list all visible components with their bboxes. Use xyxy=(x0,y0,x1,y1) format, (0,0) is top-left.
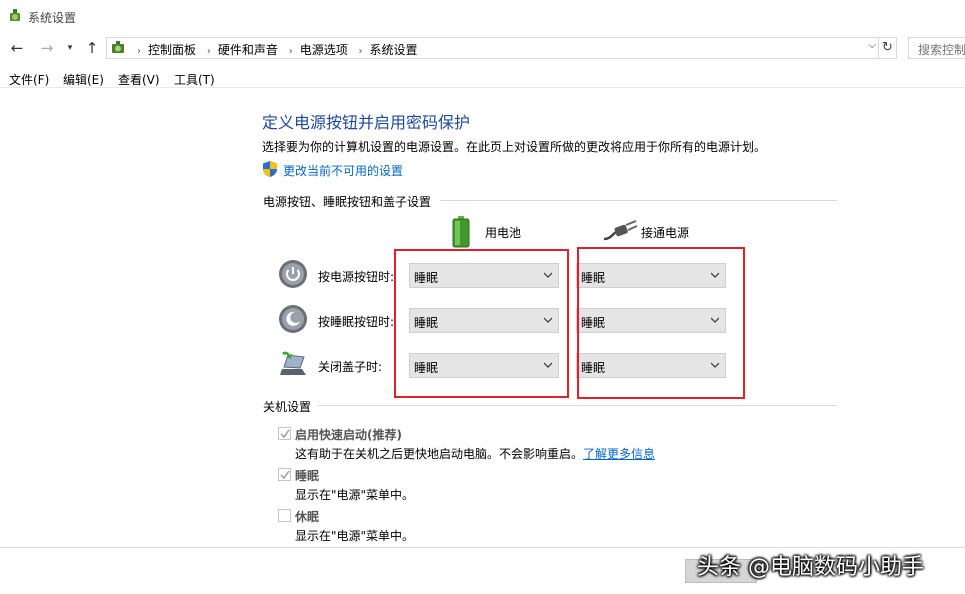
breadcrumb-hardware-sound[interactable]: 硬件和声音 xyxy=(218,43,278,57)
change-unavailable-settings-link[interactable]: 更改当前不可用的设置 xyxy=(283,162,403,179)
menu-view[interactable]: 查看(V) xyxy=(118,71,160,88)
sleep-description: 显示在"电源"菜单中。 xyxy=(295,488,415,502)
page-description: 选择要为你的计算机设置的电源设置。在此页上对设置所做的更改将应用于你所有的电源计… xyxy=(262,140,767,154)
checkmark-icon xyxy=(280,429,290,439)
close-lid-label: 关闭盖子时: xyxy=(318,360,383,374)
section-divider xyxy=(440,200,837,201)
fast-startup-label: 启用快速启动(推荐) xyxy=(295,428,402,442)
battery-highlight-box xyxy=(394,249,569,398)
section-divider xyxy=(318,405,837,406)
fast-startup-checkbox[interactable] xyxy=(278,427,291,440)
breadcrumb-control-panel[interactable]: 控制面板 xyxy=(148,43,196,57)
checkmark-icon xyxy=(280,470,290,480)
shutdown-section-title: 关机设置 xyxy=(263,398,318,415)
address-bar[interactable]: › 控制面板 › 硬件和声音 › 电源选项 › 系统设置 ⌵ xyxy=(106,37,879,59)
sleep-label: 睡眠 xyxy=(295,469,320,483)
hibernate-label: 休眠 xyxy=(295,510,320,524)
laptop-lid-icon xyxy=(280,351,306,375)
search-input[interactable]: 搜索控制 xyxy=(908,37,965,59)
power-options-icon xyxy=(10,9,20,21)
battery-column-header: 用电池 xyxy=(485,226,522,240)
up-arrow-icon[interactable]: ↑ xyxy=(82,38,102,58)
plugged-column-header: 接通电源 xyxy=(641,226,690,240)
sleep-button-icon xyxy=(279,305,307,333)
power-button-label: 按电源按钮时: xyxy=(318,270,395,284)
buttons-section-title: 电源按钮、睡眠按钮和盖子设置 xyxy=(263,193,438,210)
menu-bar: 文件(F) 编辑(E) 查看(V) 工具(T) xyxy=(0,66,965,88)
breadcrumb-power-options[interactable]: 电源选项 xyxy=(300,43,348,57)
learn-more-link[interactable]: 了解更多信息 xyxy=(583,447,655,461)
breadcrumb: › 控制面板 › 硬件和声音 › 电源选项 › 系统设置 xyxy=(130,41,418,58)
admin-shield-icon xyxy=(263,161,277,177)
fast-startup-desc-text: 这有助于在关机之后更快地启动电脑。不会影响重启。 xyxy=(295,447,584,461)
recent-locations-chevron-icon[interactable]: ▾ xyxy=(60,38,80,58)
power-plug-icon xyxy=(603,220,638,241)
navigation-bar: ← → ▾ ↑ › 控制面板 › 硬件和声音 › 电源选项 › 系统设置 ⌵ ↻ 搜索控… xyxy=(0,32,965,64)
hibernate-description: 显示在"电源"菜单中。 xyxy=(295,529,415,543)
breadcrumb-separator-icon: › xyxy=(288,46,293,57)
menu-tools[interactable]: 工具(T) xyxy=(174,71,215,88)
sleep-button-label: 按睡眠按钮时: xyxy=(318,315,395,329)
hibernate-checkbox[interactable] xyxy=(278,509,291,522)
breadcrumb-system-settings[interactable]: 系统设置 xyxy=(370,43,418,57)
back-arrow-icon[interactable]: ← xyxy=(7,38,27,58)
sleep-checkbox[interactable] xyxy=(278,468,291,481)
control-panel-icon xyxy=(112,41,124,53)
refresh-icon[interactable]: ↻ xyxy=(879,37,897,59)
battery-icon xyxy=(452,216,470,248)
breadcrumb-separator-icon: › xyxy=(358,46,363,57)
watermark: 头条 @电脑数码小助手 xyxy=(697,555,924,580)
breadcrumb-separator-icon: › xyxy=(206,46,211,57)
breadcrumb-separator-icon: › xyxy=(137,46,141,57)
menu-edit[interactable]: 编辑(E) xyxy=(63,71,104,88)
window-title: 系统设置 xyxy=(28,11,77,25)
power-button-icon xyxy=(279,260,307,288)
plugged-highlight-box xyxy=(577,247,745,399)
menu-file[interactable]: 文件(F) xyxy=(9,71,49,88)
fast-startup-description: 这有助于在关机之后更快地启动电脑。不会影响重启。了解更多信息 xyxy=(295,445,655,462)
address-dropdown-icon[interactable]: ⌵ xyxy=(868,40,876,51)
forward-arrow-icon[interactable]: → xyxy=(37,38,57,58)
title-bar: 系统设置 xyxy=(0,0,965,32)
page-title: 定义电源按钮并启用密码保护 xyxy=(262,113,471,132)
